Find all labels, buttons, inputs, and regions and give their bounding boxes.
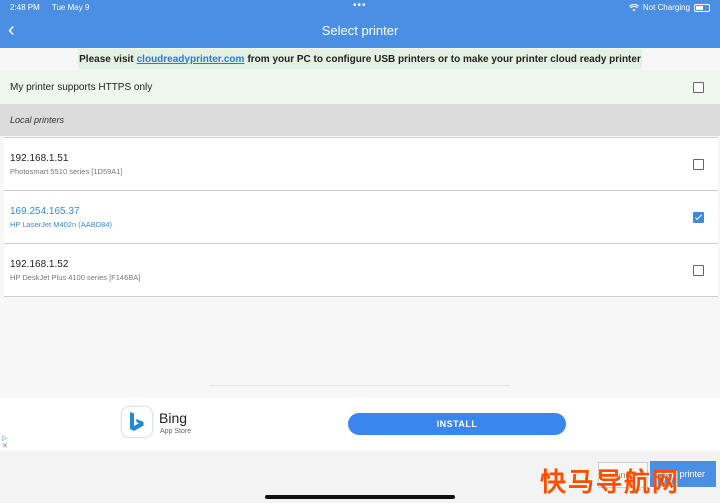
https-only-row[interactable]: My printer supports HTTPS only bbox=[0, 70, 720, 105]
banner-suffix: from your PC to configure USB printers o… bbox=[247, 53, 641, 65]
printer-checkbox[interactable] bbox=[693, 212, 704, 223]
status-bar-left: 2:48 PM Tue May 9 bbox=[10, 3, 99, 12]
home-indicator[interactable] bbox=[265, 495, 455, 499]
printer-item[interactable]: 169.254.165.37 HP LaserJet M402n (AABD84… bbox=[4, 190, 718, 244]
section-header-local-printers: Local printers bbox=[0, 104, 720, 136]
bing-b-icon bbox=[130, 412, 144, 431]
ad-store-label: App Store bbox=[160, 428, 192, 435]
printer-checkbox[interactable] bbox=[693, 159, 704, 170]
wifi-icon bbox=[628, 3, 639, 11]
multitasking-dots[interactable]: ••• bbox=[353, 0, 367, 11]
ad-app-name[interactable]: Bing bbox=[159, 410, 187, 426]
divider bbox=[210, 385, 510, 386]
printer-item[interactable]: 192.168.1.51 Photosmart 5510 series [1D5… bbox=[4, 137, 718, 191]
charging-status: Not Charging bbox=[642, 3, 690, 12]
info-banner: Please visit cloudreadyprinter.com from … bbox=[78, 49, 642, 69]
watermark: 快马导航网 bbox=[540, 467, 681, 497]
status-bar-right: Not Charging bbox=[628, 3, 710, 12]
close-icon[interactable]: ✕ bbox=[2, 442, 8, 450]
status-date: Tue May 9 bbox=[51, 3, 90, 12]
banner-link[interactable]: cloudreadyprinter.com bbox=[137, 54, 245, 65]
bottom-bar: Cancel Add printer 快马导航网 bbox=[0, 452, 720, 503]
bing-logo-icon[interactable] bbox=[122, 407, 152, 437]
printer-ip: 169.254.165.37 bbox=[10, 206, 80, 217]
printer-model: Photosmart 5510 series [1D59A1] bbox=[10, 167, 123, 176]
https-only-label: My printer supports HTTPS only bbox=[10, 81, 153, 93]
banner-prefix: Please visit bbox=[79, 53, 134, 65]
battery-icon bbox=[694, 3, 710, 12]
install-button[interactable]: INSTALL bbox=[348, 413, 566, 435]
section-label: Local printers bbox=[10, 115, 65, 125]
printer-model: HP DeskJet Plus 4100 series [F146BA] bbox=[10, 273, 141, 282]
printer-ip: 192.168.1.52 bbox=[10, 259, 69, 270]
printer-item[interactable]: 192.168.1.52 HP DeskJet Plus 4100 series… bbox=[4, 243, 718, 297]
printer-ip: 192.168.1.51 bbox=[10, 153, 69, 164]
adchoices-icon[interactable]: ▷ bbox=[2, 434, 7, 442]
printer-model: HP LaserJet M402n (AABD84) bbox=[10, 220, 112, 229]
app-header: 2:48 PM Tue May 9 ••• Not Charging ‹ Sel… bbox=[0, 0, 720, 48]
printer-checkbox[interactable] bbox=[693, 265, 704, 276]
ad-banner[interactable]: ▷ ✕ Bing App Store INSTALL bbox=[0, 398, 720, 450]
page-title: Select printer bbox=[321, 23, 399, 38]
https-only-checkbox[interactable] bbox=[693, 82, 704, 93]
status-time: 2:48 PM bbox=[10, 3, 40, 12]
printer-list: 192.168.1.51 Photosmart 5510 series [1D5… bbox=[4, 137, 718, 297]
